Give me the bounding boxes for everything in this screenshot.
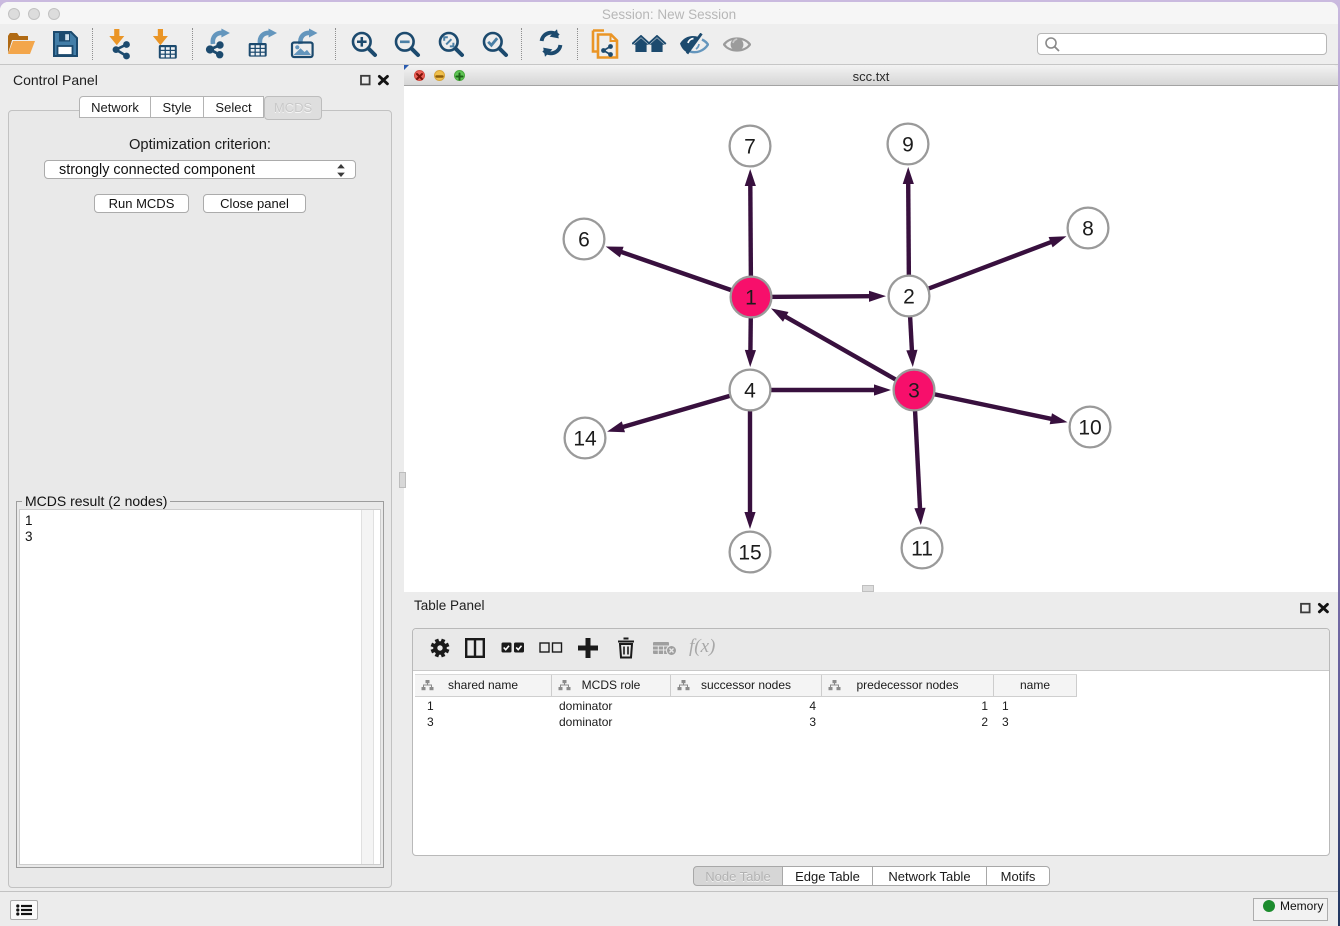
svg-text:4: 4 (744, 380, 756, 403)
svg-text:3: 3 (908, 380, 920, 403)
svg-text:1: 1 (745, 287, 757, 310)
svg-text:2: 2 (903, 286, 915, 309)
svg-text:10: 10 (1078, 417, 1101, 440)
svg-text:11: 11 (911, 538, 933, 561)
svg-text:7: 7 (744, 136, 756, 159)
svg-text:9: 9 (902, 134, 914, 157)
svg-text:15: 15 (738, 542, 761, 565)
svg-text:8: 8 (1082, 218, 1094, 241)
svg-text:6: 6 (578, 229, 590, 252)
svg-text:14: 14 (573, 428, 597, 451)
